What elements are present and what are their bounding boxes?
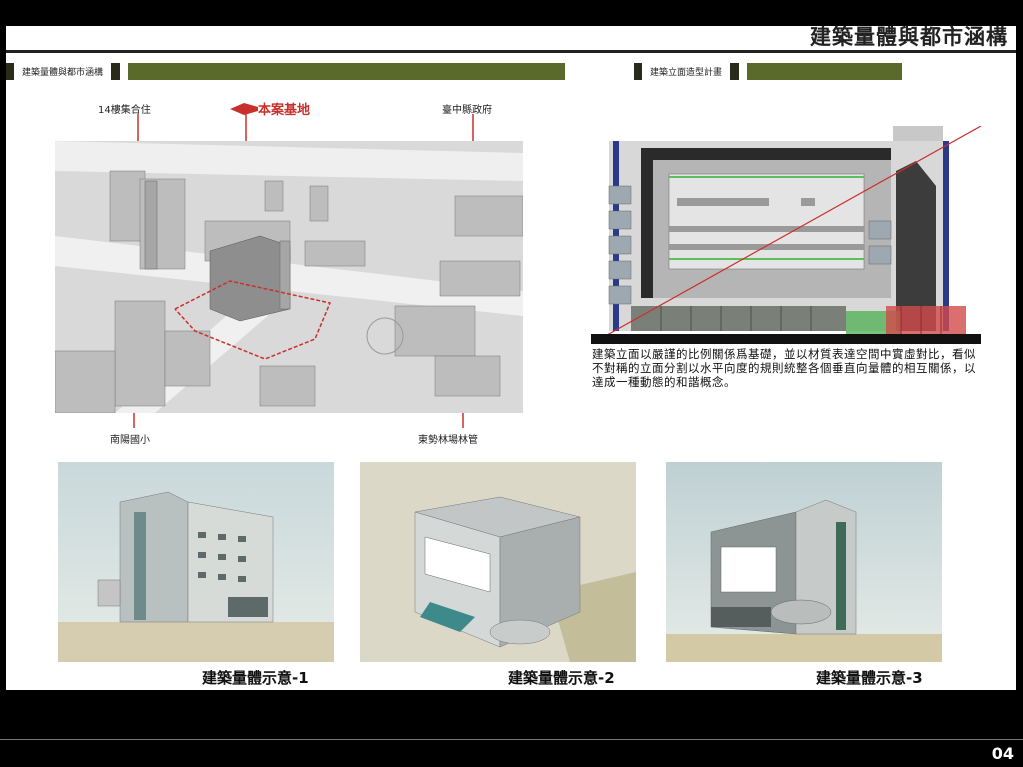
caption-render-1: 建築量體示意-1 [202,669,309,687]
page-number: 04 [991,744,1014,763]
footer-rule [0,739,1023,740]
urban-context-model [55,141,523,413]
design-description: 建築立面以嚴謹的比例關係爲基礎，並以材質表達空間中實虛對比，看似不對稱的立面分割… [592,347,976,389]
slide-panel: 建築量體與都市涵構 建築量體與都市涵構 建築立面造型計畫 14樓集合住 本案基地… [6,26,1016,690]
caption-render-3: 建築量體示意-3 [816,669,923,687]
massing-render-3 [666,462,942,662]
massing-render-2 [360,462,636,662]
caption-render-2: 建築量體示意-2 [508,669,615,687]
elevation-drawing [591,126,981,344]
massing-render-1 [58,462,334,662]
